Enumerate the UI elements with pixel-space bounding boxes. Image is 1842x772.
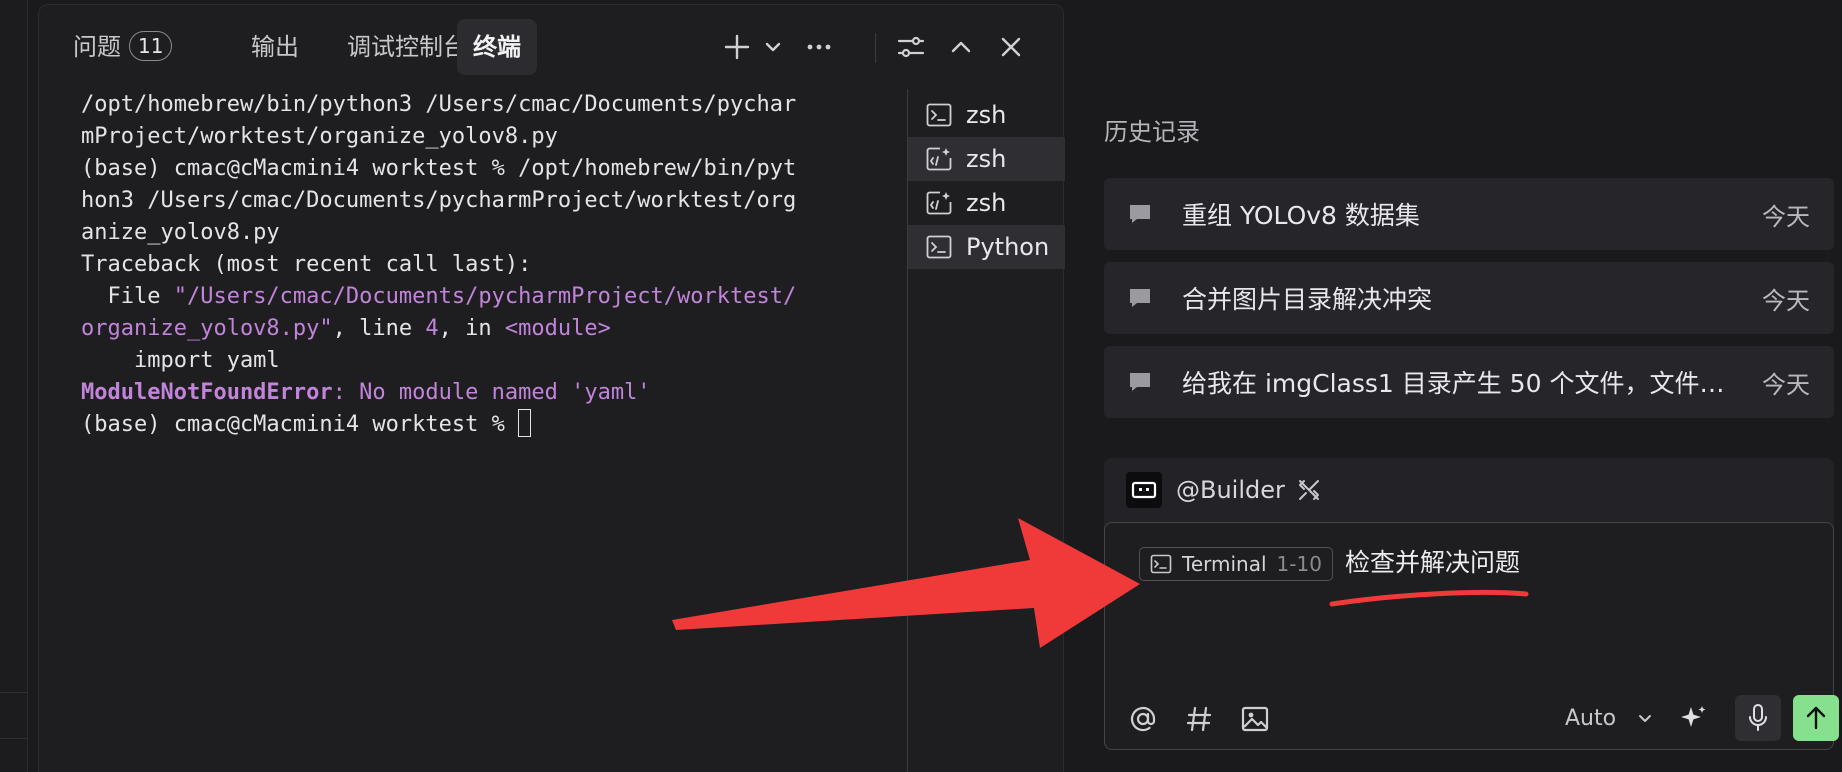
terminal-line: File <box>81 284 174 309</box>
terminal-cursor <box>518 409 532 437</box>
session-label: Python <box>966 233 1050 261</box>
terminal-line: /opt/homebrew/bin/python3 /Users/cmac/Do… <box>81 92 797 117</box>
divider <box>0 692 28 693</box>
terminal-icon <box>926 235 952 259</box>
chip-range: 1-10 <box>1276 552 1322 576</box>
terminal-session-list: zsh zsh zsh Python <box>908 93 1065 269</box>
chevron-up-icon[interactable] <box>945 31 977 63</box>
agent-name: @Builder <box>1176 476 1285 504</box>
tab-problems[interactable]: 问题 11 <box>57 19 188 75</box>
history-item[interactable]: 重组 YOLOv8 数据集 今天 <box>1104 178 1834 250</box>
tab-output-label: 输出 <box>251 33 299 61</box>
chevron-down-icon[interactable] <box>757 31 789 63</box>
panel-tabbar: 问题 11 输出 调试控制台 终端 <box>39 5 1063 89</box>
terminal-line: mProject/worktest/organize_yolov8.py <box>81 124 558 149</box>
chat-bubble-icon <box>1130 373 1150 391</box>
traceback-line-number: 4 <box>425 316 439 341</box>
terminal-line: import yaml <box>81 348 280 373</box>
history-title: 历史记录 <box>1104 118 1200 146</box>
session-item[interactable]: zsh <box>908 137 1065 181</box>
editor-gutter <box>0 0 28 772</box>
terminal-icon <box>1150 554 1172 574</box>
tab-output[interactable]: 输出 <box>235 19 315 75</box>
model-selector-label: Auto <box>1565 706 1617 731</box>
terminal-line: hon3 /Users/cmac/Documents/pycharmProjec… <box>81 188 797 213</box>
tab-terminal[interactable]: 终端 <box>457 19 537 75</box>
history-item-title: 合并图片目录解决冲突 <box>1182 285 1433 314</box>
history-item-title: 重组 YOLOv8 数据集 <box>1182 201 1420 230</box>
chat-bubble-icon <box>1130 289 1150 307</box>
traceback-module: <module> <box>504 316 611 341</box>
terminal-prompt: (base) cmac@cMacmini4 worktest % <box>81 412 519 437</box>
image-icon[interactable] <box>1239 703 1271 735</box>
terminal-ai-icon <box>926 147 952 171</box>
microphone-icon <box>1749 704 1767 731</box>
divider <box>0 738 28 739</box>
voice-input-button[interactable] <box>1735 695 1781 741</box>
bottom-panel: 问题 11 输出 调试控制台 终端 /opt/homebrew/bin/pyth… <box>38 4 1065 772</box>
chevron-down-icon <box>1639 715 1652 722</box>
terminal-line: (base) cmac@cMacmini4 worktest % /opt/ho… <box>81 156 797 181</box>
terminal-output[interactable]: /opt/homebrew/bin/python3 /Users/cmac/Do… <box>81 89 881 441</box>
history-item-date: 今天 <box>1762 202 1810 231</box>
history-item[interactable]: 合并图片目录解决冲突 今天 <box>1104 262 1834 334</box>
history-item[interactable]: 给我在 imgClass1 目录产生 50 个文件，文件… 今天 <box>1104 346 1834 418</box>
problems-count-badge: 11 <box>129 31 173 61</box>
send-button[interactable] <box>1793 695 1839 741</box>
terminal-text: , in <box>438 316 505 341</box>
session-label: zsh <box>966 145 1007 173</box>
terminal-text: , line <box>332 316 426 341</box>
toolbar-divider <box>875 33 876 63</box>
session-item[interactable]: Python <box>908 225 1065 269</box>
prompt-text: 检查并解决问题 <box>1345 548 1521 577</box>
ai-chat-panel: 历史记录 重组 YOLOv8 数据集 今天 合并图片目录解决冲突 今天 给我在 … <box>1076 0 1842 772</box>
session-item[interactable]: zsh <box>908 93 1065 137</box>
terminal-context-chip[interactable]: Terminal 1-10 <box>1139 547 1333 581</box>
more-icon[interactable] <box>803 31 835 63</box>
error-type: ModuleNotFoundError <box>81 380 333 405</box>
terminal-icon <box>926 103 952 127</box>
model-selector[interactable]: Auto <box>1565 703 1655 735</box>
terminal-ai-icon <box>926 191 952 215</box>
traceback-file-path: organize_yolov8.py" <box>81 316 333 341</box>
chip-label: Terminal <box>1182 552 1267 576</box>
agent-selector[interactable]: @Builder <box>1126 472 1323 508</box>
terminal-line: anize_yolov8.py <box>81 220 280 245</box>
tools-icon <box>1298 480 1319 500</box>
chat-bubble-icon <box>1130 205 1150 223</box>
tab-terminal-label: 终端 <box>473 33 521 61</box>
tab-debug-console-label: 调试控制台 <box>347 33 467 61</box>
history-item-date: 今天 <box>1762 370 1810 399</box>
sliders-icon[interactable] <box>895 31 927 63</box>
hash-icon[interactable] <box>1183 703 1215 735</box>
chat-composer: @Builder Terminal 1-10 检查并解决问题 Auto <box>1104 458 1839 750</box>
plus-icon[interactable] <box>721 31 753 63</box>
session-label: zsh <box>966 101 1007 129</box>
terminal-line: Traceback (most recent call last): <box>81 252 532 277</box>
history-item-title: 给我在 imgClass1 目录产生 50 个文件，文件… <box>1182 369 1725 398</box>
session-item[interactable]: zsh <box>908 181 1065 225</box>
history-item-date: 今天 <box>1762 286 1810 315</box>
builder-avatar-icon <box>1126 472 1162 508</box>
session-label: zsh <box>966 189 1007 217</box>
chat-input[interactable]: Terminal 1-10 检查并解决问题 Auto <box>1104 522 1839 750</box>
tab-problems-label: 问题 <box>73 33 121 61</box>
traceback-file-path: "/Users/cmac/Documents/pycharmProject/wo… <box>173 284 797 309</box>
at-mention-icon[interactable] <box>1127 703 1159 735</box>
close-icon[interactable] <box>995 31 1027 63</box>
error-message: : No module named 'yaml' <box>332 380 651 405</box>
arrow-up-icon <box>1806 706 1826 730</box>
sparkle-icon[interactable] <box>1677 703 1709 735</box>
